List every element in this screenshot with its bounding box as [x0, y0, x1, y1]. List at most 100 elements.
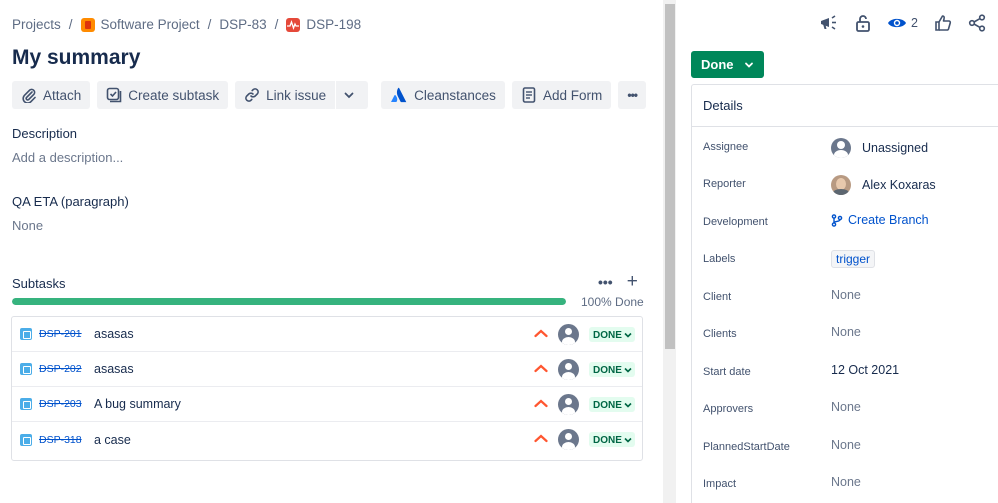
- detail-field-assignee: Assignee Unassigned: [692, 129, 998, 165]
- details-heading[interactable]: Details: [692, 85, 998, 127]
- detail-field-value-wrap[interactable]: 12 Oct 2021: [831, 363, 899, 377]
- detail-field-value-wrap[interactable]: Create Branch: [831, 213, 929, 227]
- subtask-type-icon: [20, 328, 32, 340]
- create-subtask-label: Create subtask: [128, 87, 220, 103]
- issue-header-actions: 2: [819, 14, 998, 32]
- form-icon: [522, 87, 536, 103]
- issue-title[interactable]: My summary: [12, 46, 140, 70]
- subtask-key[interactable]: DSP-318: [39, 434, 82, 446]
- subtask-row[interactable]: DSP-203 A bug summary DONE: [12, 387, 642, 422]
- breadcrumb-separator: /: [207, 17, 212, 32]
- subtask-assignee-avatar[interactable]: [558, 359, 579, 380]
- subtask-status-badge[interactable]: DONE: [589, 362, 635, 377]
- detail-field-reporter: Reporter Alex Koxaras: [692, 166, 998, 202]
- add-subtask-button[interactable]: +: [627, 272, 638, 291]
- detail-field-value: 12 Oct 2021: [831, 363, 900, 377]
- subtasks-progress-text: 100% Done: [581, 295, 644, 309]
- detail-field-value-wrap[interactable]: None: [831, 438, 861, 452]
- subtask-assignee-avatar[interactable]: [558, 324, 579, 345]
- detail-field-label: Assignee: [703, 141, 749, 153]
- subtask-status-badge[interactable]: DONE: [589, 327, 635, 342]
- subtask-assignee-avatar[interactable]: [558, 429, 579, 450]
- priority-high-icon: [534, 434, 548, 443]
- attach-button[interactable]: Attach: [12, 81, 91, 109]
- subtask-summary[interactable]: asasas: [94, 362, 134, 376]
- status-transition-button[interactable]: Done: [691, 51, 764, 78]
- paperclip-icon: [22, 88, 36, 103]
- more-actions-button[interactable]: •••: [618, 81, 647, 109]
- detail-field-value: None: [831, 325, 861, 339]
- share-icon[interactable]: [968, 14, 986, 32]
- subtask-type-icon: [20, 363, 32, 375]
- detail-field-labels: Labels trigger: [692, 241, 998, 277]
- description-field[interactable]: Add a description...: [12, 150, 123, 165]
- breadcrumb-separator: /: [274, 17, 279, 32]
- add-form-button[interactable]: Add Form: [511, 81, 612, 109]
- qa-eta-value[interactable]: None: [12, 218, 43, 233]
- subtask-status-badge[interactable]: DONE: [589, 397, 635, 412]
- detail-field-value-wrap[interactable]: None: [831, 325, 861, 339]
- subtask-key[interactable]: DSP-201: [39, 328, 82, 340]
- breadcrumb-parent-issue[interactable]: DSP-83: [219, 17, 266, 32]
- branch-icon: [831, 213, 843, 227]
- detail-field-value: None: [831, 475, 861, 489]
- detail-field-value-wrap[interactable]: None: [831, 288, 861, 302]
- watch-button[interactable]: 2: [887, 16, 918, 30]
- subtask-assignee-avatar[interactable]: [558, 394, 579, 415]
- subtasks-more-button[interactable]: •••: [598, 274, 613, 290]
- subtask-summary[interactable]: a case: [94, 433, 131, 447]
- detail-field-value-wrap[interactable]: None: [831, 400, 861, 414]
- subtask-row[interactable]: DSP-201 asasas DONE: [12, 317, 642, 352]
- chevron-down-icon: [344, 92, 354, 99]
- subtasks-heading: Subtasks: [12, 276, 66, 291]
- subtask-icon: [106, 87, 122, 103]
- issue-sidebar: 2 Done Details Assignee Unassigned Reporte…: [677, 0, 998, 503]
- chevron-down-icon: [744, 62, 753, 68]
- chevron-down-icon: [624, 402, 632, 408]
- priority-high-icon: [534, 329, 548, 338]
- subtask-status-badge[interactable]: DONE: [589, 432, 635, 447]
- project-icon: [80, 17, 95, 32]
- like-thumbs-up-icon[interactable]: [934, 14, 952, 32]
- breadcrumb-project[interactable]: Software Project: [101, 17, 200, 32]
- detail-field-approvers: Approvers None: [692, 391, 998, 427]
- subtask-row[interactable]: DSP-202 asasas DONE: [12, 352, 642, 387]
- detail-field-value-wrap[interactable]: None: [831, 475, 861, 489]
- reporter-value: Alex Koxaras: [862, 178, 936, 192]
- breadcrumb-issue[interactable]: DSP-198: [306, 17, 361, 32]
- feedback-megaphone-icon[interactable]: [819, 14, 839, 32]
- subtask-key[interactable]: DSP-202: [39, 363, 82, 375]
- detail-field-value-wrap[interactable]: Alex Koxaras: [831, 175, 936, 195]
- detail-field-value: None: [831, 438, 861, 452]
- detail-field-label: PlannedStartDate: [703, 441, 790, 453]
- detail-field-value-wrap[interactable]: Unassigned: [831, 138, 928, 158]
- unlock-icon[interactable]: [855, 14, 871, 32]
- subtask-summary[interactable]: A bug summary: [94, 397, 181, 411]
- subtasks-actions: ••• +: [598, 272, 638, 291]
- create-subtask-button[interactable]: Create subtask: [97, 81, 229, 109]
- link-issue-label: Link issue: [266, 87, 327, 103]
- label-tag: trigger: [831, 250, 876, 268]
- breadcrumb-projects[interactable]: Projects: [12, 17, 61, 32]
- subtask-row[interactable]: DSP-318 a case DONE: [12, 422, 642, 457]
- link-issue-dropdown[interactable]: [336, 81, 369, 109]
- add-form-label: Add Form: [542, 87, 603, 103]
- detail-field-value: None: [831, 288, 861, 302]
- detail-field-value: None: [831, 400, 861, 414]
- detail-field-client: Client None: [692, 279, 998, 315]
- atlassian-icon: [391, 87, 407, 103]
- status-label: Done: [701, 57, 734, 72]
- subtask-key[interactable]: DSP-203: [39, 398, 82, 410]
- detail-field-label: Reporter: [703, 178, 746, 190]
- priority-high-icon: [534, 364, 548, 373]
- cleanstances-button[interactable]: Cleanstances: [381, 81, 505, 109]
- detail-field-development: Development Create Branch: [692, 204, 998, 240]
- detail-field-impact: Impact None: [692, 466, 998, 502]
- detail-field-label: Clients: [703, 328, 737, 340]
- link-issue-button[interactable]: Link issue: [235, 81, 336, 109]
- watch-count: 2: [911, 16, 918, 30]
- priority-high-icon: [534, 399, 548, 408]
- subtask-summary[interactable]: asasas: [94, 327, 134, 341]
- detail-field-value-wrap[interactable]: trigger: [831, 250, 876, 268]
- scrollbar-thumb[interactable]: [665, 4, 675, 349]
